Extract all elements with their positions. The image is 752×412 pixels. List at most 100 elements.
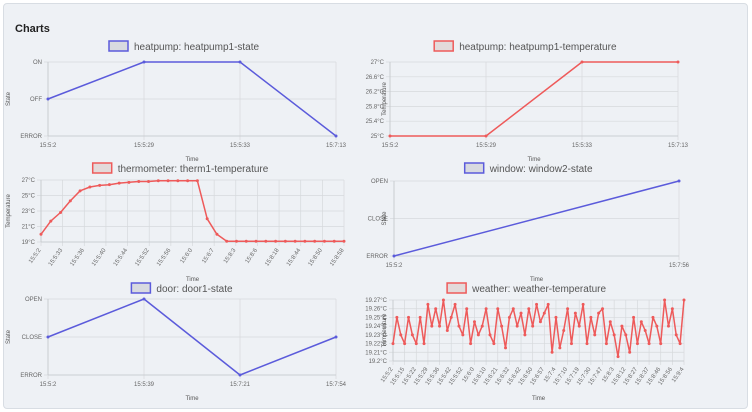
y-tick-label: 19.21°C xyxy=(365,350,387,356)
data-point xyxy=(472,320,476,324)
data-point xyxy=(562,329,566,332)
data-point xyxy=(643,329,647,332)
data-point xyxy=(127,180,131,184)
legend-swatch xyxy=(108,40,129,52)
data-point xyxy=(647,342,651,346)
x-tick-label: 15:6:0 xyxy=(180,247,195,265)
data-point xyxy=(283,239,287,243)
data-point xyxy=(577,324,581,328)
data-point xyxy=(264,239,268,243)
x-axis-title: Time xyxy=(185,396,199,402)
data-point xyxy=(511,307,515,311)
data-point xyxy=(342,239,346,243)
x-tick-label: 15:5:33 xyxy=(572,143,593,149)
data-point xyxy=(676,60,680,64)
x-tick-label: 15:5:44 xyxy=(113,247,130,267)
x-tick-label: 15:7:13 xyxy=(326,143,347,149)
data-point xyxy=(589,315,593,319)
data-point xyxy=(659,342,663,346)
data-point xyxy=(519,311,523,315)
data-point xyxy=(639,320,643,324)
data-point xyxy=(322,239,326,243)
legend-label: weather: weather-temperature xyxy=(471,284,606,295)
data-point xyxy=(430,324,434,328)
x-tick-label: 15:7:54 xyxy=(326,382,347,388)
chart-heatpump-state: heatpump: heatpump1-state ERROR OFF ON 15:5:… xyxy=(6,40,347,163)
data-point xyxy=(546,302,550,306)
legend-label: heatpump: heatpump1-temperature xyxy=(459,42,617,53)
y-tick-label: 27°C xyxy=(371,60,385,66)
data-point xyxy=(469,342,473,346)
x-tick-label: 15:8:44 xyxy=(286,247,303,267)
data-point xyxy=(334,134,338,138)
data-point xyxy=(453,302,457,306)
x-tick-label: 15:7:13 xyxy=(668,143,689,149)
data-point xyxy=(225,239,229,243)
data-point xyxy=(78,189,82,193)
data-point xyxy=(176,179,180,183)
data-point xyxy=(628,350,632,354)
data-point xyxy=(569,342,573,346)
x-tick-label: 15:5:39 xyxy=(134,382,155,388)
data-point xyxy=(651,315,655,319)
data-point xyxy=(392,254,396,258)
legend-swatch xyxy=(130,282,152,294)
y-tick-label: 19.27°C xyxy=(365,298,387,304)
data-point xyxy=(608,320,612,324)
y-tick-label: 21°C xyxy=(22,225,36,231)
data-point xyxy=(624,333,628,337)
data-point xyxy=(98,183,102,187)
y-axis-title: State xyxy=(6,329,12,344)
y-axis-title: Temperature xyxy=(382,313,388,347)
data-point xyxy=(418,315,422,319)
data-point xyxy=(581,302,585,306)
data-point xyxy=(655,324,659,328)
data-point xyxy=(484,307,488,311)
data-point xyxy=(422,342,426,346)
data-point xyxy=(195,179,199,183)
data-point xyxy=(156,179,160,183)
data-point xyxy=(238,60,242,64)
data-point xyxy=(107,183,111,187)
x-tick-label: 15:8:6 xyxy=(245,247,260,265)
x-tick-label: 15:5:29 xyxy=(476,143,497,149)
y-tick-label: 23°C xyxy=(22,209,36,215)
y-tick-label: OPEN xyxy=(371,179,388,185)
data-point xyxy=(566,307,570,311)
y-axis-title: Temperature xyxy=(6,193,12,227)
data-point xyxy=(205,217,209,221)
legend-swatch xyxy=(463,162,485,174)
data-point xyxy=(434,307,438,311)
data-point xyxy=(585,342,589,346)
x-tick-label: 15:5:33 xyxy=(230,143,251,149)
x-axis-title: Time xyxy=(532,396,546,402)
chart-window-state: window: window2-stateERRORCLOSEOPEN15:5:… xyxy=(366,162,690,283)
data-point xyxy=(597,311,601,315)
x-tick-label: 15:5:29 xyxy=(134,143,155,149)
data-point xyxy=(507,315,511,319)
data-point xyxy=(682,298,686,302)
x-tick-label: 15:8:50 xyxy=(308,247,325,267)
legend-swatch xyxy=(91,162,113,174)
y-axis-title: State xyxy=(382,211,388,226)
x-tick-label: 15:5:40 xyxy=(91,247,108,267)
data-point xyxy=(59,211,63,215)
x-tick-label: 15:6:7 xyxy=(201,247,216,265)
y-tick-label: ERROR xyxy=(20,373,42,379)
legend-label: window: window2-state xyxy=(489,164,593,175)
data-point xyxy=(274,239,278,243)
data-point xyxy=(620,324,624,328)
data-point xyxy=(244,239,248,243)
x-tick-label: 15:5:2 xyxy=(386,263,403,269)
data-point xyxy=(558,346,562,350)
data-point xyxy=(635,342,639,346)
x-tick-label: 15:7:21 xyxy=(230,382,251,388)
legend-label: door: door1-state xyxy=(156,284,233,295)
data-point xyxy=(527,307,531,311)
data-point xyxy=(449,315,453,319)
data-point xyxy=(484,134,488,138)
data-point xyxy=(147,180,151,184)
data-point xyxy=(554,315,558,319)
data-point xyxy=(550,350,554,354)
x-tick-label: 15:9:4 xyxy=(671,366,686,384)
